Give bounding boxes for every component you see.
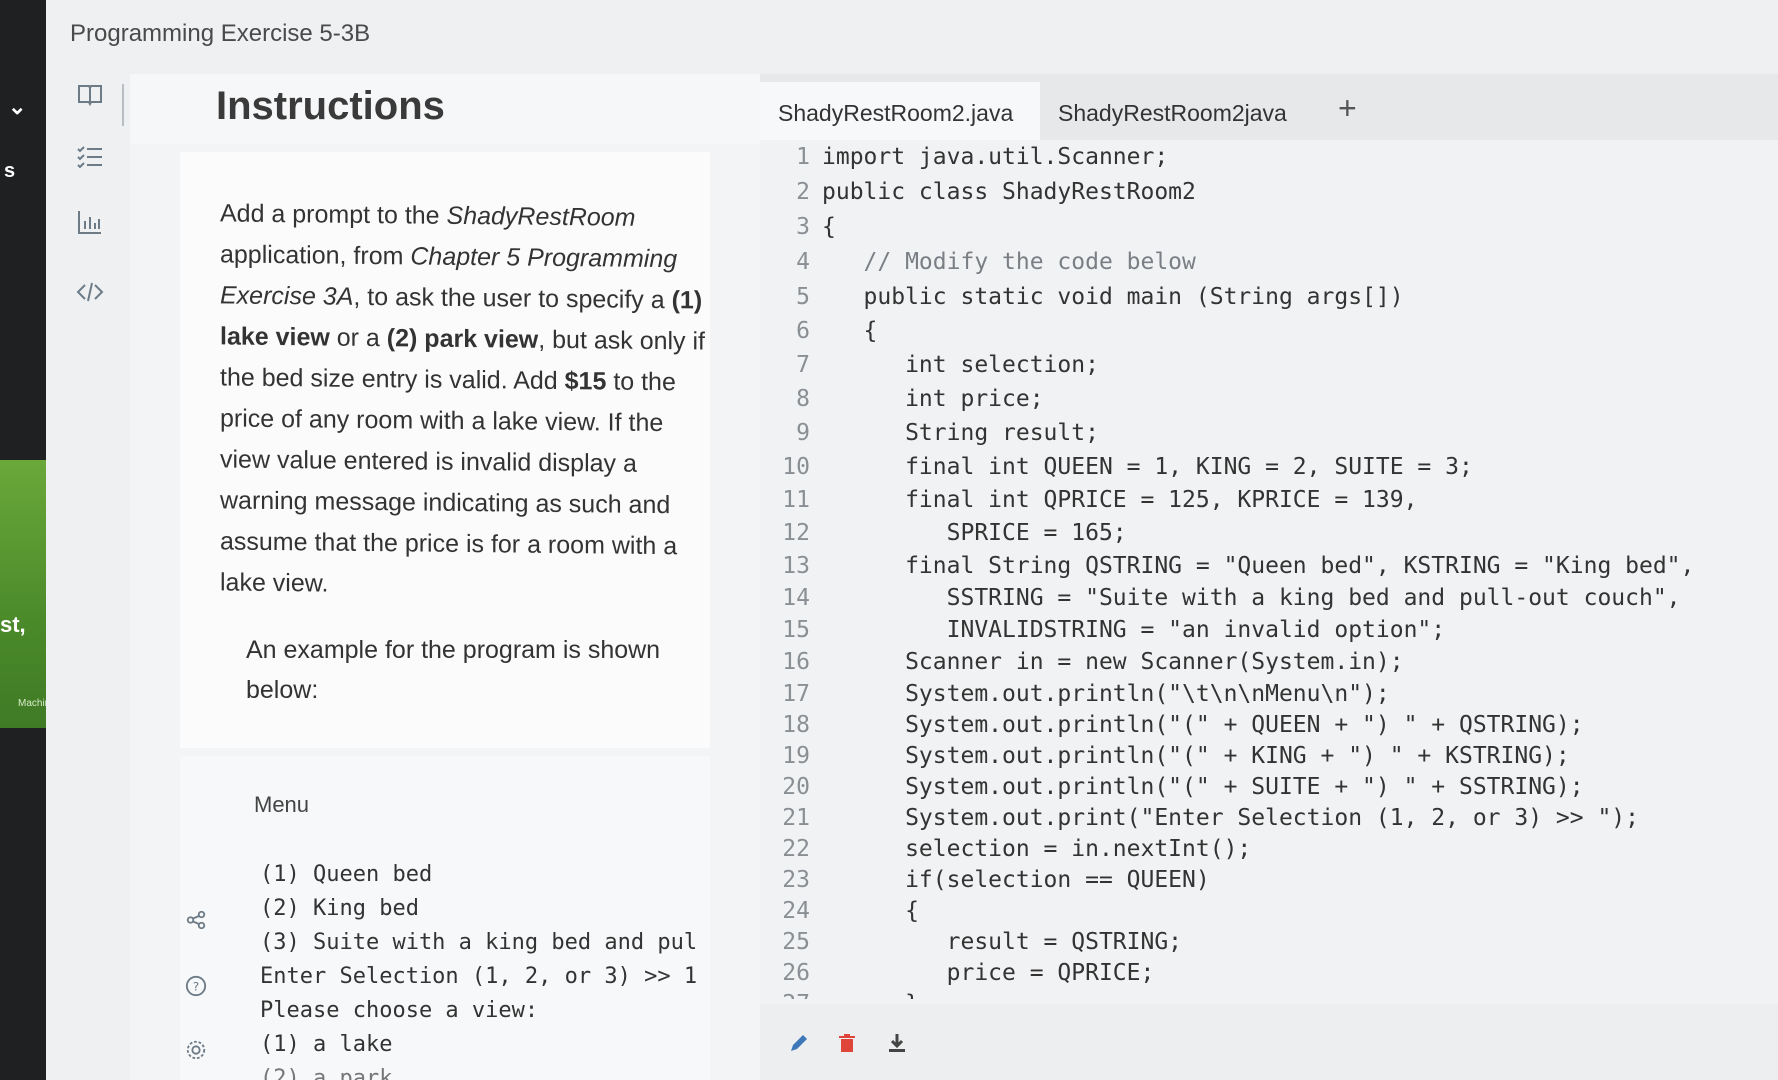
title-bar: Programming Exercise 5-3B — [46, 0, 1778, 74]
book-icon[interactable] — [72, 76, 108, 112]
page-title: Programming Exercise 5-3B — [70, 20, 371, 47]
code-line: selection = in.nextInt(); — [822, 836, 1252, 862]
chart-icon[interactable] — [72, 204, 108, 240]
line-number: 26 — [782, 960, 810, 986]
share-icon[interactable] — [182, 906, 210, 934]
screen: Programming Exercise 5-3B Instructions A… — [46, 0, 1778, 1080]
code-line: System.out.println("(" + KING + ") " + K… — [822, 743, 1570, 769]
line-number: 3 — [796, 214, 810, 240]
code-line: { — [822, 318, 878, 344]
line-number: 8 — [796, 386, 810, 412]
trash-icon[interactable] — [832, 1028, 862, 1058]
code-line: System.out.println("(" + QUEEN + ") " + … — [822, 712, 1584, 738]
code-line: result = QSTRING; — [822, 929, 1183, 955]
code-line: System.out.println("\t\n\nMenu\n"); — [822, 681, 1390, 707]
code-line: } — [822, 991, 919, 999]
line-number: 9 — [796, 420, 810, 446]
line-number: 24 — [782, 898, 810, 924]
rail-divider — [122, 84, 124, 126]
pencil-icon[interactable] — [784, 1028, 814, 1058]
code-line: import java.util.Scanner; — [822, 144, 1169, 170]
thumbnail-image[interactable] — [0, 460, 46, 728]
code-line: price = QPRICE; — [822, 960, 1155, 986]
help-icon[interactable]: ? — [182, 972, 210, 1000]
line-number: 21 — [782, 805, 810, 831]
chevron-down-icon[interactable]: ⌄ — [8, 94, 26, 120]
st-label: st, — [0, 612, 26, 637]
instructions-header: Instructions — [130, 74, 760, 144]
line-number: 4 — [796, 249, 810, 275]
left-strip: ⌄ s st, Machine — [0, 0, 56, 1080]
line-number: 7 — [796, 352, 810, 378]
line-number: 18 — [782, 712, 810, 738]
line-number: 2 — [796, 179, 810, 205]
code-line: final int QUEEN = 1, KING = 2, SUITE = 3… — [822, 454, 1473, 480]
menu-label: Menu — [254, 792, 310, 817]
line-number: 12 — [782, 520, 810, 546]
line-number: 10 — [782, 454, 810, 480]
line-number: 17 — [782, 681, 810, 707]
example-text: An example for the program is shown belo… — [246, 636, 661, 704]
tab-shadyrestroom2-java[interactable]: ShadyRestRoom2.java — [760, 82, 1040, 140]
code-line: if(selection == QUEEN) — [822, 867, 1210, 893]
line-number: 11 — [782, 487, 810, 513]
code-editor: ShadyRestRoom2.java ShadyRestRoom2java +… — [760, 74, 1778, 1080]
instructions-panel: Add a prompt to the ShadyRestRoom applic… — [130, 144, 760, 1080]
settings-icon[interactable] — [182, 1036, 210, 1064]
download-icon[interactable] — [882, 1028, 912, 1058]
instructions-text: Add a prompt to the ShadyRestRoom applic… — [220, 199, 705, 598]
editor-tabs: ShadyRestRoom2.java ShadyRestRoom2java + — [760, 74, 1778, 140]
code-line: // Modify the code below — [822, 249, 1196, 275]
code-area[interactable]: 1 import java.util.Scanner; 2 public class… — [770, 144, 1770, 999]
icon-rail — [46, 74, 130, 1080]
line-number: 5 — [796, 284, 810, 310]
code-line: String result; — [822, 420, 1099, 446]
line-number: 16 — [782, 649, 810, 675]
code-line: SPRICE = 165; — [822, 520, 1127, 546]
code-line: Scanner in = new Scanner(System.in); — [822, 649, 1404, 675]
line-number: 14 — [782, 585, 810, 611]
code-icon[interactable] — [72, 274, 108, 310]
code-line: int price; — [822, 386, 1044, 412]
code-line: System.out.println("(" + SUITE + ") " + … — [822, 774, 1584, 800]
tab-shadyrestroom2java[interactable]: ShadyRestRoom2java — [1040, 82, 1310, 140]
line-number: 13 — [782, 553, 810, 579]
line-number: 15 — [782, 617, 810, 643]
code-line: int selection; — [822, 352, 1099, 378]
line-number: 23 — [782, 867, 810, 893]
s-label: s — [4, 160, 16, 182]
code-line: public static void main (String args[]) — [822, 284, 1404, 310]
line-number: 27 — [770, 991, 810, 999]
line-number: 20 — [782, 774, 810, 800]
add-tab-button[interactable]: + — [1320, 82, 1380, 140]
code-line: { — [822, 898, 919, 924]
code-line: public class ShadyRestRoom2 — [822, 179, 1196, 205]
svg-text:?: ? — [193, 980, 199, 994]
code-line: SSTRING = "Suite with a king bed and pul… — [822, 585, 1681, 611]
code-line: final int QPRICE = 125, KPRICE = 139, — [822, 487, 1418, 513]
line-number: 1 — [796, 144, 810, 170]
code-line: final String QSTRING = "Queen bed", KSTR… — [822, 553, 1695, 579]
checklist-icon[interactable] — [72, 138, 108, 174]
code-line: System.out.print("Enter Selection (1, 2,… — [822, 805, 1639, 831]
instructions-heading: Instructions — [216, 84, 445, 128]
line-number: 6 — [796, 318, 810, 344]
editor-toolbar — [760, 1004, 1778, 1080]
sample-output: (1) Queen bed (2) King bed (3) Suite with … — [260, 862, 698, 1080]
line-number: 25 — [782, 929, 810, 955]
code-line: INVALIDSTRING = "an invalid option"; — [822, 617, 1446, 643]
code-line: { — [822, 214, 836, 240]
line-number: 22 — [782, 836, 810, 862]
line-number: 19 — [782, 743, 810, 769]
